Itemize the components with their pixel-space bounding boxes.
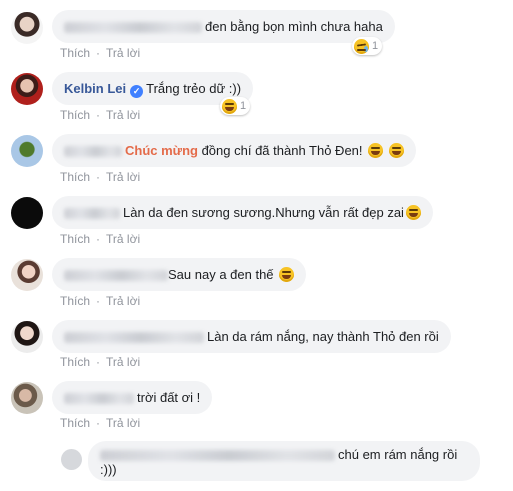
blurred-username[interactable] [64, 22, 202, 34]
separator: · [96, 108, 101, 122]
reply-link[interactable]: Trả lời [106, 108, 140, 122]
reaction-count: 1 [240, 100, 247, 112]
reaction-count: 1 [372, 40, 379, 52]
like-link[interactable]: Thích [60, 355, 90, 369]
reply-avatar-placeholder[interactable] [61, 449, 82, 470]
separator: · [96, 232, 101, 246]
like-link[interactable]: Thích [60, 232, 90, 246]
separator: · [96, 46, 101, 60]
sad-reaction-icon [354, 38, 369, 54]
blurred-username[interactable] [64, 393, 134, 405]
reply-text: chú em rám nắng rồi [338, 447, 458, 462]
reply-link[interactable]: Trả lời [106, 46, 140, 60]
comment-actions: Thích · Trả lời [60, 416, 140, 430]
separator: · [96, 294, 101, 308]
avatar[interactable] [11, 73, 43, 105]
comment-text: Sau nay a đen thế [168, 267, 278, 282]
comment-text: Làn da rám nắng, nay thành Thỏ đen rồi [207, 329, 439, 344]
blurred-username[interactable] [64, 332, 204, 344]
avatar[interactable] [11, 259, 43, 291]
laughing-emoji-icon [388, 143, 404, 158]
comment-bubble: đen bằng bọn mình chưa haha [52, 10, 395, 43]
comment-actions: Thích · Trả lời [60, 232, 140, 246]
comment-actions: Thích · Trả lời [60, 294, 140, 308]
comment-text: trời đất ơi ! [137, 390, 201, 405]
reaction-badge[interactable]: 1 [220, 97, 251, 115]
blurred-username[interactable] [64, 146, 122, 158]
comment-text: Trắng trẻo dữ :)) [146, 81, 242, 96]
separator: · [96, 170, 101, 184]
reply-link[interactable]: Trả lời [106, 170, 140, 184]
separator: · [96, 416, 101, 430]
comment-bubble: trời đất ơi ! [52, 381, 213, 414]
reply-link[interactable]: Trả lời [106, 294, 140, 308]
reaction-badge[interactable]: 1 [352, 37, 383, 55]
blurred-username[interactable] [100, 450, 335, 462]
reply-link[interactable]: Trả lời [106, 355, 140, 369]
comment-actions: Thích · Trả lời [60, 108, 140, 122]
avatar[interactable] [11, 382, 43, 414]
like-link[interactable]: Thích [60, 294, 90, 308]
avatar[interactable] [11, 321, 43, 353]
like-link[interactable]: Thích [60, 170, 90, 184]
comment-text: đen bằng bọn mình chưa haha [205, 19, 383, 34]
reply-link[interactable]: Trả lời [106, 416, 140, 430]
comment-bubble: Sau nay a đen thế [52, 258, 307, 291]
reply-link[interactable]: Trả lời [106, 232, 140, 246]
comment-actions: Thích · Trả lời [60, 46, 140, 60]
reply-text-continued: :))) [100, 462, 117, 477]
comment-actions: Thích · Trả lời [60, 170, 140, 184]
like-link[interactable]: Thích [60, 108, 90, 122]
comment-bubble: Làn da đen sương sương.Nhưng vẫn rất đẹp… [52, 196, 433, 229]
comment-bubble: Làn da rám nắng, nay thành Thỏ đen rồi [52, 320, 451, 353]
blurred-username[interactable] [64, 208, 120, 220]
avatar[interactable] [11, 197, 43, 229]
highlighted-text: Chúc mừng [125, 143, 198, 158]
comment-text: đồng chí đã thành Thỏ Đen! [197, 143, 367, 158]
laughing-emoji-icon [405, 205, 421, 220]
like-link[interactable]: Thích [60, 416, 90, 430]
verified-badge-icon: ✓ [130, 85, 144, 98]
comment-bubble: Chúc mừng đồng chí đã thành Thỏ Đen! [52, 134, 416, 167]
laughing-emoji-icon [368, 143, 384, 158]
reply-bubble: chú em rám nắng rồi :))) [88, 441, 480, 481]
commenter-name[interactable]: Kelbin Lei [64, 81, 126, 96]
separator: · [96, 355, 101, 369]
like-link[interactable]: Thích [60, 46, 90, 60]
comment-actions: Thích · Trả lời [60, 355, 140, 369]
laughing-emoji-icon [279, 267, 295, 282]
avatar[interactable] [11, 12, 43, 44]
blurred-username[interactable] [64, 270, 168, 282]
haha-reaction-icon [222, 98, 237, 114]
avatar[interactable] [11, 135, 43, 167]
comment-text: Làn da đen sương sương.Nhưng vẫn rất đẹp… [123, 205, 404, 220]
